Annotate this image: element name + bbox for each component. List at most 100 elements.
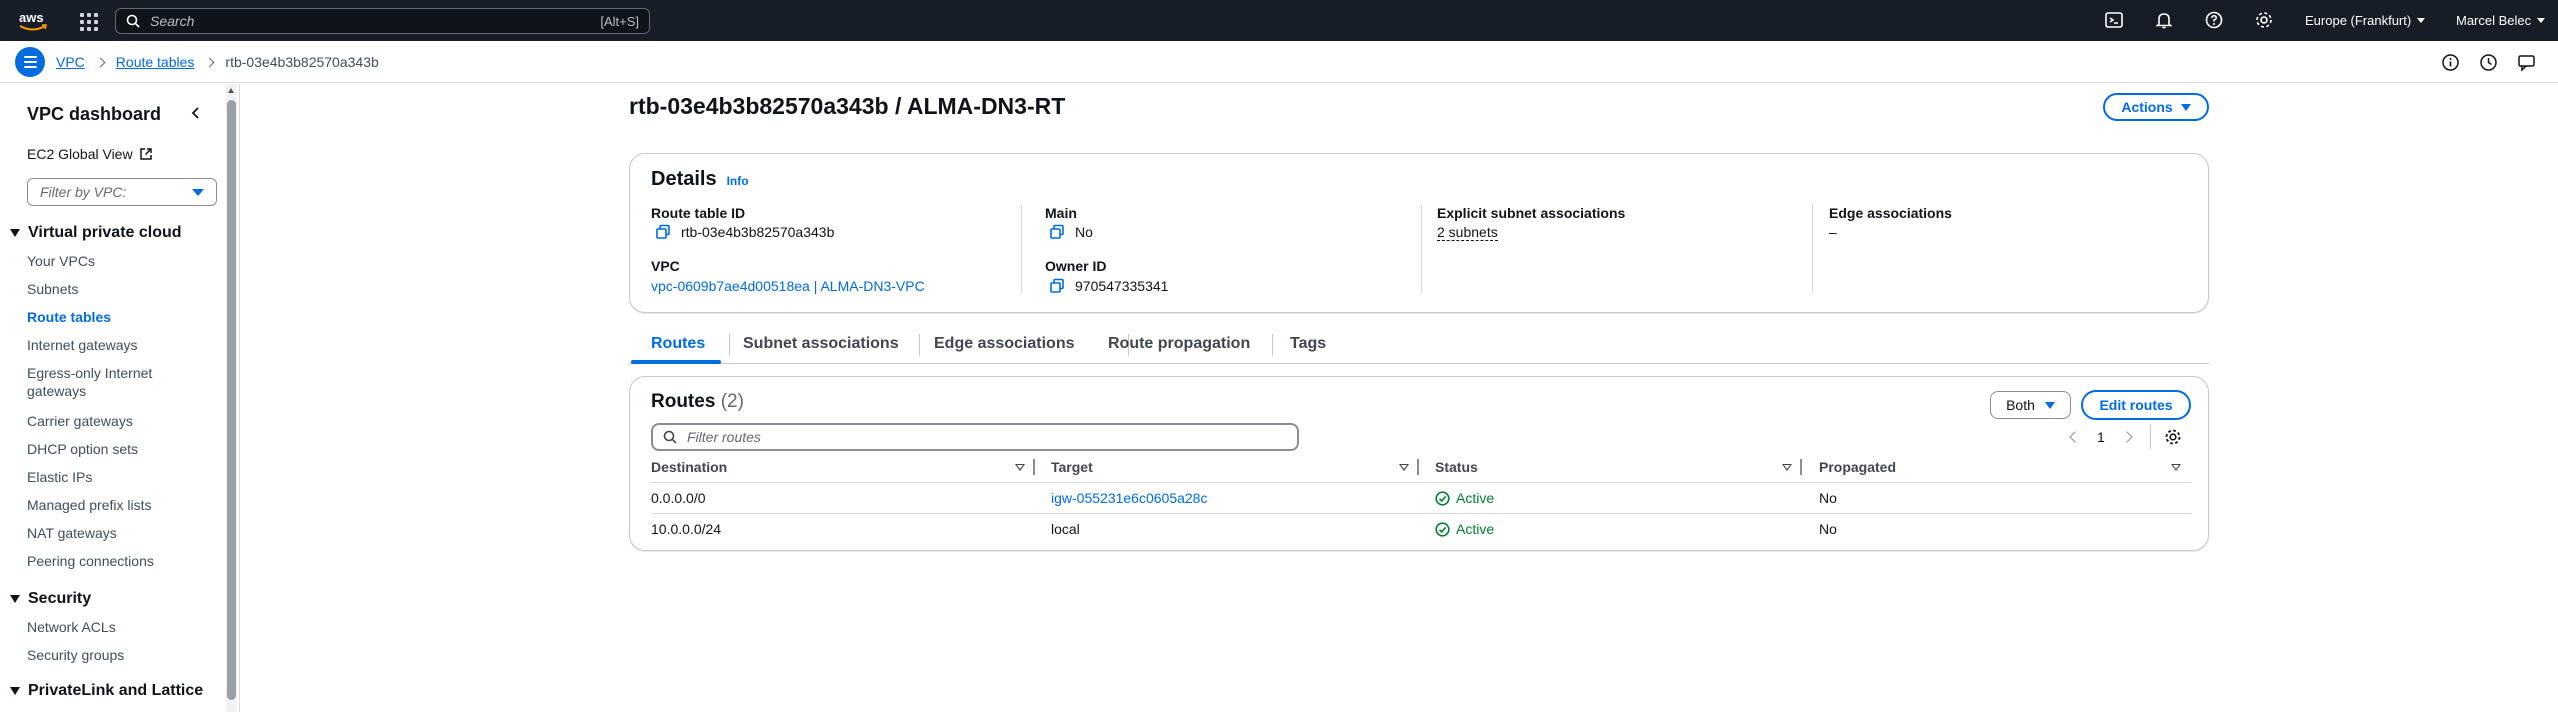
notifications-bell-icon[interactable] [2154,10,2174,30]
sidebar-section-security[interactable]: Security [10,590,91,608]
tab-separator [729,334,730,356]
sidebar-item-route-tables[interactable]: Route tables [27,308,197,326]
sidebar-item-network-acls[interactable]: Network ACLs [27,618,197,636]
sidebar-item-security-groups[interactable]: Security groups [27,646,197,664]
info-icon[interactable] [2441,53,2460,72]
sidebar-item-egress-only-gateways[interactable]: Egress-only Internet gateways [27,364,177,400]
table-preferences-gear-icon[interactable] [2164,428,2182,446]
hamburger-menu-icon[interactable] [15,47,45,77]
vpc-link[interactable]: vpc-0609b7ae4d00518ea | ALMA-DN3-VPC [651,278,925,294]
sort-icon[interactable] [1782,464,1792,471]
sidebar-title[interactable]: VPC dashboard [27,104,161,125]
main-value: No [1049,224,1093,240]
breadcrumb-bar: VPC Route tables rtb-03e4b3b82570a343b [0,41,2558,83]
tab-route-propagation[interactable]: Route propagation [1108,335,1250,353]
sidebar-item-carrier-gateways[interactable]: Carrier gateways [27,412,197,430]
breadcrumb: VPC Route tables rtb-03e4b3b82570a343b [56,54,379,70]
explicit-subnets-text[interactable]: 2 subnets [1437,224,1498,241]
column-resizer[interactable] [1033,459,1035,475]
sort-icon[interactable] [1399,464,1409,471]
history-icon[interactable] [2479,53,2498,72]
search-shortcut: [Alt+S] [600,13,639,29]
sidebar-item-internet-gateways[interactable]: Internet gateways [27,336,197,354]
help-icon[interactable] [2204,10,2224,30]
sidebar-section-virtual-private-cloud[interactable]: Virtual private cloud [10,224,182,242]
route-propagated: No [1819,490,1837,506]
header-row-divider [651,482,2191,483]
route-target-link[interactable]: igw-055231e6c0605a28c [1051,490,1207,506]
sidebar-scrollbar[interactable] [226,84,237,712]
breadcrumb-vpc[interactable]: VPC [56,54,85,70]
column-header-destination[interactable]: Destination [651,459,727,475]
actions-label: Actions [2121,99,2173,115]
column-header-target[interactable]: Target [1051,459,1093,475]
routes-count: (2) [720,391,744,412]
sort-icon[interactable] [1015,464,1025,471]
section-title: Virtual private cloud [28,224,182,241]
info-link[interactable]: Info [727,174,749,188]
copy-icon[interactable] [1049,224,1065,240]
column-header-propagated[interactable]: Propagated [1819,459,1896,475]
page-title: rtb-03e4b3b82570a343b / ALMA-DN3-RT [629,93,1066,119]
vpc-label: VPC [651,258,680,274]
filter-routes-input[interactable]: Filter routes [651,423,1299,451]
sidebar-item-elastic-ips[interactable]: Elastic IPs [27,468,197,486]
column-header-status[interactable]: Status [1435,459,1478,475]
sidebar-item-nat-gateways[interactable]: NAT gateways [27,524,197,542]
sidebar-item-your-vpcs[interactable]: Your VPCs [27,252,197,270]
caret-down-icon [2044,401,2055,409]
route-status: Active [1435,521,1494,537]
region-selector[interactable]: Europe (Frankfurt) [2305,13,2426,28]
column-resizer[interactable] [1800,459,1802,475]
scrollbar-thumb[interactable] [227,100,236,700]
copy-icon[interactable] [655,224,671,240]
feedback-icon[interactable] [2517,53,2536,72]
main-text: No [1075,224,1093,240]
scroll-up-arrow-icon[interactable] [228,88,234,93]
vpc-filter-placeholder: Filter by VPC: [40,184,127,200]
breadcrumb-route-tables[interactable]: Route tables [116,54,195,70]
sidebar-item-managed-prefix-lists[interactable]: Managed prefix lists [27,496,197,514]
copy-icon[interactable] [1049,278,1065,294]
settings-gear-icon[interactable] [2254,10,2274,30]
actions-button[interactable]: Actions [2103,93,2209,121]
vpc-filter-select[interactable]: Filter by VPC: [27,178,217,206]
route-type-filter-dropdown[interactable]: Both [1990,391,2071,419]
current-page-number[interactable]: 1 [2097,429,2105,445]
tab-edge-associations[interactable]: Edge associations [934,335,1075,353]
account-menu[interactable]: Marcel Belec [2456,13,2546,28]
sidebar-item-label: EC2 Global View [27,146,133,162]
route-table-id-text: rtb-03e4b3b82570a343b [681,224,835,240]
services-menu-icon[interactable] [80,13,98,31]
tab-routes[interactable]: Routes [651,335,705,353]
side-navigation: VPC dashboard EC2 Global View Filter by … [0,84,240,712]
next-page-icon[interactable] [2121,431,2133,443]
sidebar-item-peering-connections[interactable]: Peering connections [27,552,197,570]
caret-down-icon [2180,103,2191,111]
tab-subnet-associations[interactable]: Subnet associations [743,335,899,353]
column-resizer[interactable] [1417,459,1419,475]
expand-triangle-icon [10,687,20,695]
aws-logo-icon[interactable]: aws [18,8,48,34]
user-name: Marcel Belec [2456,13,2532,28]
previous-page-icon[interactable] [2069,431,2081,443]
cloudshell-icon[interactable] [2104,10,2124,30]
sidebar-item-ec2-global-view[interactable]: EC2 Global View [27,146,153,162]
edit-routes-button[interactable]: Edit routes [2081,390,2191,420]
sort-icon[interactable] [2171,464,2181,471]
route-status-text: Active [1456,521,1495,537]
collapse-sidebar-icon[interactable] [189,106,203,120]
sidebar-item-subnets[interactable]: Subnets [27,280,197,298]
search-input[interactable]: Search [Alt+S] [115,8,650,34]
details-title: Details [651,168,717,190]
sidebar-item-dhcp-option-sets[interactable]: DHCP option sets [27,440,197,458]
sidebar-section-privatelink[interactable]: PrivateLink and Lattice [10,682,203,700]
tab-tags[interactable]: Tags [1290,335,1326,353]
chevron-right-icon [95,57,106,67]
column-divider [1021,204,1022,294]
row-divider [651,513,2191,514]
explicit-subnet-associations-value[interactable]: 2 subnets [1437,224,1498,241]
owner-id-text: 970547335341 [1075,278,1169,294]
svg-text:aws: aws [19,10,44,25]
route-type-filter-label: Both [2006,397,2035,413]
